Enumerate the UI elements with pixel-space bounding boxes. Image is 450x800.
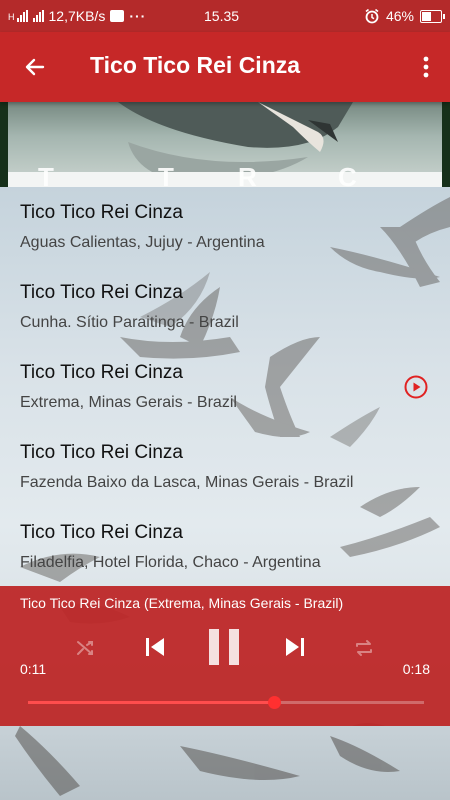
shuffle-icon bbox=[77, 641, 93, 655]
track-location: Extrema, Minas Gerais - Brazil bbox=[20, 394, 237, 411]
pause-button[interactable] bbox=[204, 626, 244, 668]
track-location: Filadelfia, Hotel Florida, Chaco - Argen… bbox=[20, 554, 321, 571]
alarm-icon bbox=[365, 8, 379, 24]
previous-icon bbox=[146, 638, 164, 656]
overflow-menu-button[interactable] bbox=[416, 50, 436, 84]
svg-text:T: T bbox=[38, 162, 54, 187]
next-button[interactable] bbox=[278, 630, 312, 664]
seek-progress bbox=[28, 701, 274, 704]
back-arrow-icon bbox=[25, 58, 45, 76]
list-item[interactable]: Tico Tico Rei Cinza Aguas Calientas, Juj… bbox=[0, 187, 450, 267]
page-title: Tico Tico Rei Cinza bbox=[90, 52, 301, 78]
track-title: Tico Tico Rei Cinza bbox=[20, 282, 183, 303]
network-type-label: H bbox=[8, 12, 15, 22]
svg-text:T: T bbox=[158, 162, 174, 187]
app-bar: Tico Tico Rei Cinza bbox=[0, 32, 450, 102]
track-title: Tico Tico Rei Cinza bbox=[20, 202, 183, 223]
back-button[interactable] bbox=[18, 50, 52, 84]
data-speed: 12,7KB/s bbox=[48, 8, 106, 24]
list-item[interactable]: Tico Tico Rei Cinza Cunha. Sítio Paraiti… bbox=[0, 267, 450, 347]
bbm-icon bbox=[110, 10, 125, 22]
list-item[interactable]: Tico Tico Rei Cinza Filadelfia, Hotel Fl… bbox=[0, 507, 450, 587]
clock: 15.35 bbox=[204, 8, 240, 24]
track-location: Fazenda Baixo da Lasca, Minas Gerais - B… bbox=[20, 474, 354, 491]
elapsed-time: 0:11 bbox=[20, 661, 47, 677]
repeat-button[interactable] bbox=[350, 634, 378, 662]
track-title: Tico Tico Rei Cinza bbox=[20, 362, 183, 383]
now-playing-icon[interactable] bbox=[404, 375, 428, 399]
svg-text:R: R bbox=[238, 162, 257, 187]
list-item[interactable]: Tico Tico Rei Cinza Fazenda Baixo da Las… bbox=[0, 427, 450, 507]
shuffle-button[interactable] bbox=[72, 634, 100, 662]
repeat-icon bbox=[356, 640, 372, 656]
track-title: Tico Tico Rei Cinza bbox=[20, 442, 183, 463]
status-bar: H 12,7KB/s ··· 15.35 46% bbox=[0, 0, 450, 32]
background-birds-image bbox=[15, 726, 400, 796]
media-player: Tico Tico Rei Cinza (Extrema, Minas Gera… bbox=[0, 586, 450, 726]
track-title: Tico Tico Rei Cinza bbox=[20, 522, 183, 543]
signal-icon-2 bbox=[32, 10, 44, 22]
list-item[interactable]: Tico Tico Rei Cinza Extrema, Minas Gerai… bbox=[0, 347, 450, 427]
total-duration: 0:18 bbox=[402, 661, 430, 677]
track-location: Aguas Calientas, Jujuy - Argentina bbox=[20, 234, 265, 251]
bird-photo: T T R C bbox=[8, 102, 442, 187]
track-location: Cunha. Sítio Paraitinga - Brazil bbox=[20, 314, 239, 331]
now-playing-title: Tico Tico Rei Cinza (Extrema, Minas Gera… bbox=[20, 595, 344, 611]
seek-thumb[interactable] bbox=[267, 696, 281, 709]
more-dots-icon: ··· bbox=[129, 8, 147, 24]
header-image: T T R C bbox=[0, 102, 450, 187]
pause-icon bbox=[209, 629, 239, 665]
battery-icon bbox=[420, 9, 445, 23]
track-list: Tico Tico Rei Cinza Aguas Calientas, Juj… bbox=[0, 187, 450, 587]
bottom-background bbox=[0, 726, 450, 800]
battery-level: 46% bbox=[385, 8, 414, 24]
seek-bar[interactable] bbox=[28, 696, 424, 709]
svg-text:C: C bbox=[338, 162, 357, 187]
signal-icon: H bbox=[8, 10, 28, 22]
next-icon bbox=[286, 638, 304, 656]
previous-button[interactable] bbox=[138, 630, 172, 664]
overflow-menu-icon bbox=[423, 56, 429, 78]
